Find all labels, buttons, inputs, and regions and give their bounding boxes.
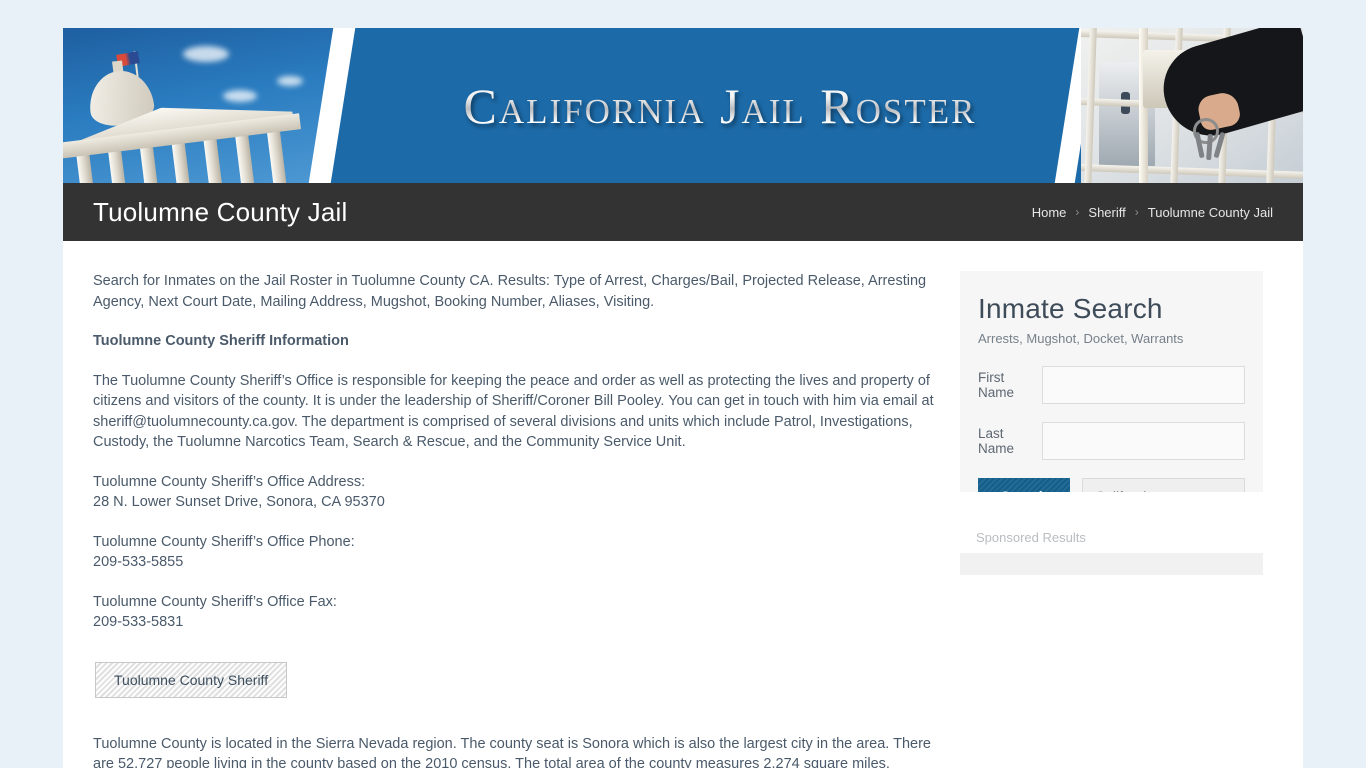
fax-value: 209-533-5831 xyxy=(93,614,184,630)
last-name-label: Last Name xyxy=(978,426,1015,456)
breadcrumb-current: Tuolumne County Jail xyxy=(1147,204,1273,220)
inmate-search-subtitle: Arrests, Mugshot, Docket, Warrants xyxy=(978,331,1184,346)
page-root: California Jail Roster Tuolumne County J… xyxy=(0,0,1366,768)
sponsored-results-slot xyxy=(960,553,1263,575)
content-area: Search for Inmates on the Jail Roster in… xyxy=(63,241,1303,768)
panel-bottom-spacer xyxy=(960,492,1263,514)
phone-block: Tuolumne County Sheriff’s Office Phone: … xyxy=(93,532,938,573)
site-logo-title: California Jail Roster xyxy=(463,77,977,134)
fax-block: Tuolumne County Sheriff’s Office Fax: 20… xyxy=(93,592,938,633)
county-info-paragraph: Tuolumne County is located in the Sierra… xyxy=(93,735,931,768)
chevron-right-icon: › xyxy=(1134,205,1139,219)
sheriff-info-heading: Tuolumne County Sheriff Information xyxy=(93,333,349,349)
address-value: 28 N. Lower Sunset Drive, Sonora, CA 953… xyxy=(93,494,385,510)
first-name-row: First Name xyxy=(978,366,1245,404)
first-name-label: First Name xyxy=(978,370,1015,400)
first-name-input[interactable] xyxy=(1042,366,1245,404)
site-banner: California Jail Roster xyxy=(63,28,1303,183)
breadcrumb: Home › Sheriff › Tuolumne County Jail xyxy=(1032,205,1273,220)
intro-paragraph: Search for Inmates on the Jail Roster in… xyxy=(93,273,927,310)
chevron-right-icon: › xyxy=(1075,205,1080,219)
fax-label: Tuolumne County Sheriff’s Office Fax: xyxy=(93,593,337,610)
sheriff-description-paragraph: The Tuolumne County Sheriff’s Office is … xyxy=(93,372,934,451)
sidebar-column: Inmate Search Arrests, Mugshot, Docket, … xyxy=(960,271,1263,768)
inmate-search-panel: Inmate Search Arrests, Mugshot, Docket, … xyxy=(960,271,1263,514)
address-label: Tuolumne County Sheriff’s Office Address… xyxy=(93,473,366,490)
sheriff-link-button[interactable]: Tuolumne County Sheriff xyxy=(95,661,288,698)
breadcrumb-link-home[interactable]: Home xyxy=(1032,205,1067,220)
inmate-search-title: Inmate Search xyxy=(978,293,1163,324)
site-container: California Jail Roster Tuolumne County J… xyxy=(63,28,1303,768)
last-name-input[interactable] xyxy=(1042,422,1245,460)
page-title: Tuolumne County Jail xyxy=(93,196,348,227)
sponsored-results-label: Sponsored Results xyxy=(976,530,1086,545)
phone-value: 209-533-5855 xyxy=(93,554,184,570)
main-column: Search for Inmates on the Jail Roster in… xyxy=(93,271,938,768)
page-header-bar: Tuolumne County Jail Home › Sheriff › Tu… xyxy=(63,183,1303,241)
breadcrumb-link-sheriff[interactable]: Sheriff xyxy=(1088,205,1125,220)
banner-title-wrap: California Jail Roster xyxy=(325,28,1115,183)
phone-label: Tuolumne County Sheriff’s Office Phone: xyxy=(93,533,355,550)
address-block: Tuolumne County Sheriff’s Office Address… xyxy=(93,472,938,513)
last-name-row: Last Name xyxy=(978,422,1245,460)
capitol-structure xyxy=(63,51,302,183)
